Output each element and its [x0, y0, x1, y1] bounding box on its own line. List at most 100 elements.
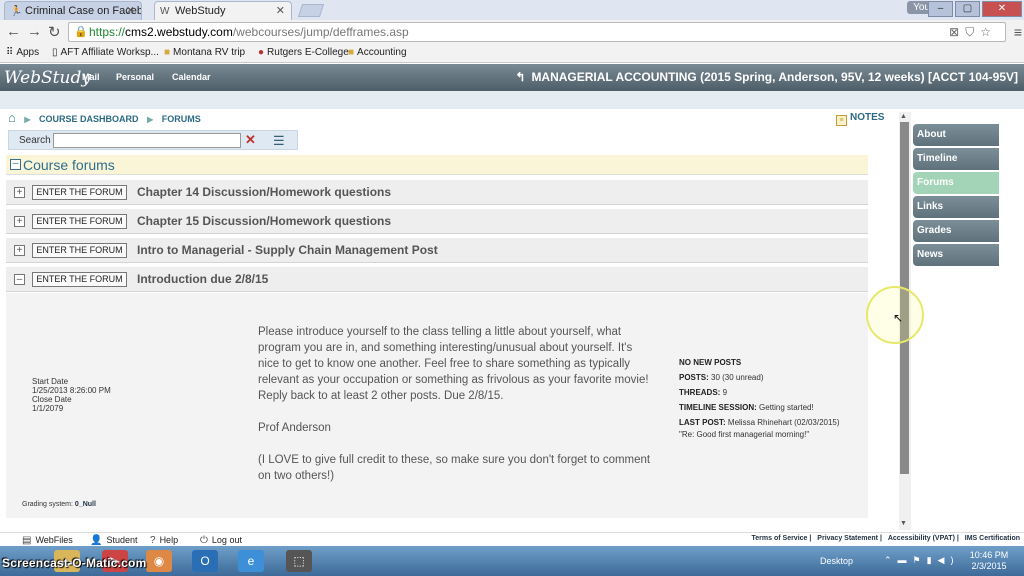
ie-taskbar-icon[interactable]: e [238, 550, 264, 572]
start-date-value: 1/25/2013 8:26:00 PM [32, 386, 111, 395]
bookmark-apps[interactable]: ⠿ Apps [6, 47, 39, 58]
start-date-label: Start Date [32, 377, 69, 386]
tab-webstudy[interactable]: W WebStudy ✕ [154, 1, 292, 20]
breadcrumb-forums[interactable]: FORUMS [162, 114, 201, 124]
course-title-text: MANAGERIAL ACCOUNTING (2015 Spring, Ande… [531, 70, 1018, 84]
browser-toolbar: ← → ↻ 🔒 https://cms2.webstudy.com/webcou… [0, 20, 1024, 44]
forum-row: + ENTER THE FORUM Chapter 15 Discussion/… [6, 209, 868, 234]
enter-forum-button[interactable]: ENTER THE FORUM [32, 272, 127, 287]
forum-title[interactable]: Chapter 15 Discussion/Homework questions [137, 214, 391, 228]
grading-value: 0_Null [74, 501, 96, 508]
tray-icons[interactable]: ⌃▬⚑▮◀) [884, 555, 959, 566]
posts-label: POSTS: [679, 373, 709, 382]
close-icon[interactable]: ✕ [276, 4, 285, 17]
nav-calendar[interactable]: Calendar [172, 72, 211, 82]
home-icon[interactable]: ⌂ [8, 110, 16, 125]
search-bar: Search ✕ ☰ [8, 130, 298, 150]
system-clock[interactable]: 10:46 PM 2/3/2015 [964, 550, 1014, 572]
student-button[interactable]: 👤 Student [90, 535, 137, 546]
side-menu-grades[interactable]: Grades [913, 220, 999, 242]
app-header: WebStudy Mail Personal Calendar ↰ MANAGER… [0, 64, 1024, 91]
nav-personal[interactable]: Personal [116, 72, 154, 82]
notes-button[interactable]: ≡ NOTES [836, 112, 884, 126]
window-close-button[interactable]: ✕ [982, 1, 1022, 17]
enter-forum-button[interactable]: ENTER THE FORUM [32, 214, 127, 229]
student-icon: 👤 [90, 535, 103, 546]
return-arrow-icon[interactable]: ↰ [515, 70, 525, 84]
bookmark-accounting[interactable]: ■ Accounting [348, 47, 407, 58]
enter-forum-button[interactable]: ENTER THE FORUM [32, 185, 127, 200]
outlook-taskbar-icon[interactable]: O [192, 550, 218, 572]
folder-icon: ■ [348, 47, 355, 58]
help-button[interactable]: ? Help [150, 535, 178, 546]
terms-link[interactable]: Terms of Service [752, 535, 808, 542]
last-post-subject[interactable]: "Re: Good first managerial morning!" [679, 430, 840, 439]
notes-label: NOTES [850, 112, 885, 123]
reload-icon[interactable]: ↻ [48, 23, 61, 41]
address-bar[interactable]: 🔒 https://cms2.webstudy.com/webcourses/j… [68, 22, 1006, 42]
enter-forum-button[interactable]: ENTER THE FORUM [32, 243, 127, 258]
side-menu-forums[interactable]: Forums [913, 172, 999, 194]
search-input[interactable] [53, 133, 241, 148]
url-path: /webcourses/jump/defframes.asp [232, 25, 409, 39]
bookmark-aft[interactable]: ▯ AFT Affiliate Worksp... [52, 47, 159, 58]
bookmarks-bar: ⠿ Apps ▯ AFT Affiliate Worksp... ■ Montana … [0, 44, 1024, 63]
ims-link[interactable]: IMS Certification [965, 535, 1020, 542]
new-tab-button[interactable] [297, 4, 325, 17]
logout-button[interactable]: ⏻ Log out [200, 535, 242, 546]
expand-icon[interactable]: + [14, 216, 25, 227]
webfiles-label: WebFiles [35, 535, 73, 545]
scroll-up-icon[interactable]: ▲ [900, 113, 907, 120]
browser-tabstrip: 🏃 Criminal Case on Faceboo ✕ W WebStudy … [0, 0, 1024, 20]
forum-stats: NO NEW POSTS POSTS: 30 (30 unread) THREA… [679, 355, 840, 439]
tab-criminal-case[interactable]: 🏃 Criminal Case on Faceboo ✕ [4, 1, 142, 20]
url-scheme: https:// [89, 25, 126, 39]
desktop-toolbar[interactable]: Desktop [820, 556, 853, 566]
forum-title[interactable]: Introduction due 2/8/15 [137, 272, 268, 286]
forum-title[interactable]: Intro to Managerial - Supply Chain Manag… [137, 243, 438, 257]
webstudy-logo: WebStudy [4, 68, 91, 88]
course-forums-header[interactable]: – Course forums [6, 155, 868, 175]
grading-label: Grading system: [22, 501, 73, 508]
scroll-down-icon[interactable]: ▼ [900, 520, 907, 527]
forward-arrow-icon[interactable]: → [27, 23, 42, 40]
help-label: Help [159, 535, 179, 545]
side-menu-timeline[interactable]: Timeline [913, 148, 999, 170]
outline-view-icon[interactable]: ☰ [273, 133, 285, 149]
snipping-taskbar-icon[interactable]: ⬚ [286, 550, 312, 572]
window-controls: – ▢ ✕ [928, 1, 1022, 17]
course-forums-title: Course forums [23, 157, 115, 173]
tab-label: Criminal Case on Faceboo [25, 5, 142, 17]
accessibility-link[interactable]: Accessibility (VPAT) [888, 535, 955, 542]
breadcrumb-course-dashboard[interactable]: COURSE DASHBOARD [39, 114, 139, 124]
collapse-icon[interactable]: – [14, 274, 25, 285]
clear-search-icon[interactable]: ✕ [245, 132, 256, 148]
forum-description: Please introduce yourself to the class t… [258, 324, 653, 500]
forum-row: + ENTER THE FORUM Chapter 14 Discussion/… [6, 180, 868, 205]
collapse-icon[interactable]: – [10, 159, 21, 170]
header-strip [0, 91, 1024, 109]
webfiles-button[interactable]: ▤ WebFiles [22, 535, 73, 546]
maximize-button[interactable]: ▢ [955, 1, 980, 17]
logout-label: Log out [211, 535, 242, 545]
expand-icon[interactable]: + [14, 245, 25, 256]
back-arrow-icon[interactable]: ← [6, 23, 21, 40]
description-signature: Prof Anderson [258, 422, 331, 434]
privacy-link[interactable]: Privacy Statement [817, 535, 878, 542]
minimize-button[interactable]: – [928, 1, 953, 17]
nav-mail[interactable]: Mail [82, 72, 100, 82]
side-menu-news[interactable]: News [913, 244, 999, 266]
side-menu-links[interactable]: Links [913, 196, 999, 218]
bookmark-montana[interactable]: ■ Montana RV trip [164, 47, 245, 58]
omnibox-action-icons[interactable]: ⊠⛉☆ [949, 25, 997, 40]
chrome-taskbar-icon[interactable]: ◉ [146, 550, 172, 572]
page-icon: ▯ [52, 47, 58, 58]
expand-icon[interactable]: + [14, 187, 25, 198]
close-icon[interactable]: ✕ [126, 4, 135, 17]
forum-title[interactable]: Chapter 14 Discussion/Homework questions [137, 185, 391, 199]
student-label: Student [106, 535, 138, 545]
last-post-value[interactable]: Melissa Rhinehart (02/03/2015) [728, 418, 840, 427]
side-menu-about[interactable]: About [913, 124, 999, 146]
chrome-menu-icon[interactable]: ≡ [1014, 24, 1022, 40]
bookmark-rutgers[interactable]: ● Rutgers E-College [258, 47, 349, 58]
